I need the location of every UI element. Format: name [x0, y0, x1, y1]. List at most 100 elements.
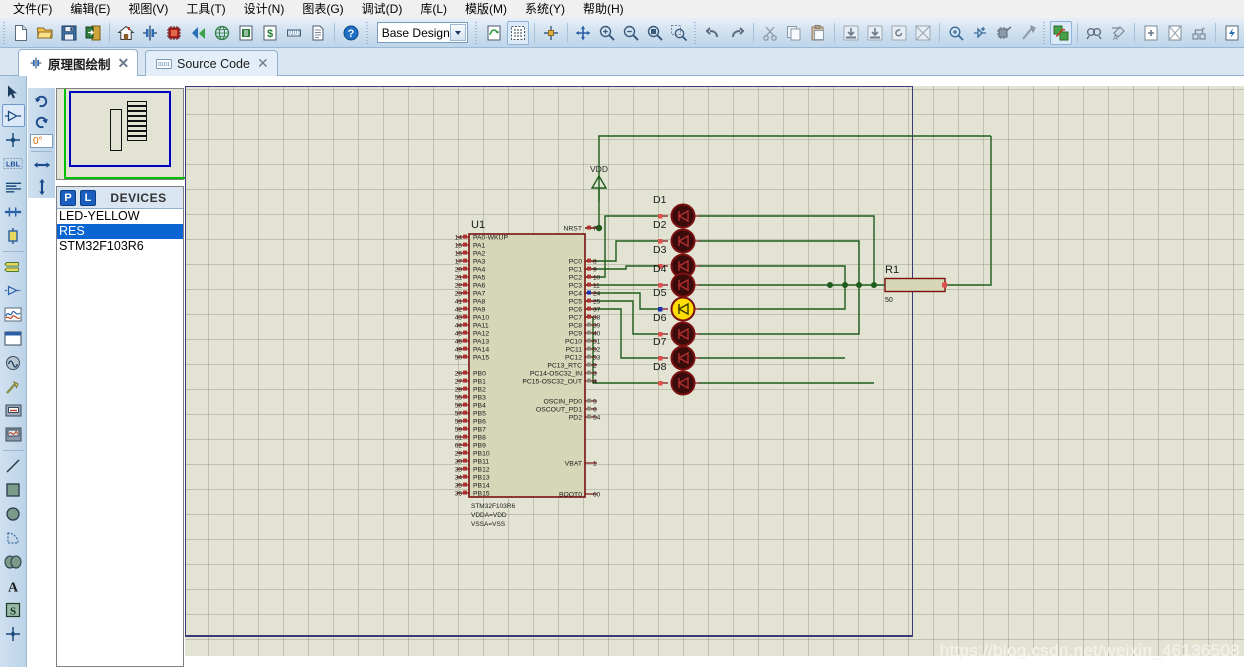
- menu-debug[interactable]: 调试(D): [353, 0, 412, 18]
- simulation-icon[interactable]: [211, 21, 233, 45]
- tape-recorder-mode[interactable]: [2, 327, 25, 350]
- toolbar-grip-3[interactable]: [474, 21, 480, 44]
- help-icon[interactable]: ?: [340, 21, 362, 45]
- led-body[interactable]: [670, 228, 696, 254]
- graph-mode[interactable]: [2, 303, 25, 326]
- box-tool[interactable]: [2, 478, 25, 501]
- toolbar-grip-4[interactable]: [693, 21, 699, 44]
- menu-template[interactable]: 模版(M): [456, 0, 516, 18]
- schematic-canvas[interactable]: VDD U1 14 15 16 17 20 21 22 23 41 42 43 …: [185, 76, 1244, 667]
- led-body[interactable]: [670, 272, 696, 298]
- report-icon[interactable]: [307, 21, 329, 45]
- pcb-layout-icon[interactable]: [163, 21, 185, 45]
- menu-design[interactable]: 设计(N): [235, 0, 294, 18]
- open-file-icon[interactable]: [34, 21, 56, 45]
- list-item[interactable]: LED-YELLOW: [57, 209, 183, 224]
- toolbar-grip[interactable]: [2, 21, 8, 44]
- copy-icon[interactable]: [783, 21, 805, 45]
- led-body[interactable]: [670, 321, 696, 347]
- chevron-down-icon[interactable]: [450, 24, 467, 41]
- block-delete-icon[interactable]: [912, 21, 934, 45]
- home-icon[interactable]: [115, 21, 137, 45]
- virtual-instrument-mode[interactable]: [2, 423, 25, 446]
- origin-icon[interactable]: [540, 21, 562, 45]
- path-tool[interactable]: [2, 550, 25, 573]
- tab-source-code[interactable]: 0101 Source Code ✕: [145, 50, 278, 76]
- netlist-icon[interactable]: 0101: [283, 21, 305, 45]
- pan-icon[interactable]: [572, 21, 594, 45]
- junction-dot-mode[interactable]: [2, 128, 25, 151]
- list-item[interactable]: STM32F103R6: [57, 239, 183, 254]
- exit-sheet-icon[interactable]: [1188, 21, 1210, 45]
- import-export-icon[interactable]: [82, 21, 104, 45]
- led-body[interactable]: [670, 370, 696, 396]
- block-copy-icon[interactable]: [840, 21, 862, 45]
- block-rotate-icon[interactable]: [888, 21, 910, 45]
- subcircuit-mode[interactable]: [2, 224, 25, 247]
- component-mode[interactable]: [1, 104, 25, 127]
- refresh-icon[interactable]: [483, 21, 505, 45]
- overview-preview-panel[interactable]: [56, 88, 185, 180]
- pick-device-icon[interactable]: [945, 21, 967, 45]
- arc-tool[interactable]: [2, 526, 25, 549]
- decompose-icon[interactable]: [1017, 21, 1039, 45]
- terminals-mode[interactable]: [2, 255, 25, 278]
- toggle-grid-icon[interactable]: [506, 20, 529, 45]
- text-script-mode[interactable]: [2, 176, 25, 199]
- design-explorer-icon[interactable]: [1221, 21, 1243, 45]
- cut-icon[interactable]: [759, 21, 781, 45]
- toggle-netlist-icon[interactable]: [1050, 20, 1073, 45]
- undo-icon[interactable]: [702, 21, 724, 45]
- block-move-icon[interactable]: [864, 21, 886, 45]
- zoom-area-icon[interactable]: [668, 21, 690, 45]
- mirror-horizontal-button[interactable]: [30, 155, 53, 176]
- new-file-icon[interactable]: [10, 21, 32, 45]
- paste-icon[interactable]: [807, 21, 829, 45]
- schematic-drawing[interactable]: VDD U1 141516172021222341424344454649502…: [185, 76, 1244, 667]
- property-assign-icon[interactable]: A: [1107, 21, 1129, 45]
- menu-file[interactable]: 文件(F): [4, 0, 61, 18]
- remove-sheet-icon[interactable]: [1164, 21, 1186, 45]
- zoom-in-icon[interactable]: [596, 21, 618, 45]
- generator-mode[interactable]: [2, 351, 25, 374]
- text-tool[interactable]: A: [2, 574, 25, 597]
- menu-edit[interactable]: 编辑(E): [61, 0, 119, 18]
- voltage-probe-mode[interactable]: [2, 375, 25, 398]
- schematic-capture-icon[interactable]: [139, 21, 161, 45]
- led-body[interactable]: [670, 345, 696, 371]
- symbol-tool[interactable]: S: [2, 598, 25, 621]
- tab-source-code-close-icon[interactable]: ✕: [257, 55, 269, 72]
- pick-device-p-button[interactable]: P: [60, 189, 76, 206]
- devices-list[interactable]: LED-YELLOW RES STM32F103R6: [57, 209, 183, 254]
- component-r1[interactable]: R1 50: [884, 264, 947, 304]
- led-group[interactable]: D1 D2 D3 D4 D5 D6 D7 D8: [653, 194, 700, 396]
- toolbar-grip-5[interactable]: [1041, 21, 1048, 44]
- component-u1[interactable]: U1 1415161720212223414243444546495026272…: [455, 219, 601, 528]
- library-l-button[interactable]: L: [80, 189, 96, 206]
- search-tag-icon[interactable]: [1083, 21, 1105, 45]
- bom-report-icon[interactable]: [235, 21, 257, 45]
- rotation-angle-field[interactable]: 0°: [30, 134, 53, 148]
- buses-mode[interactable]: [2, 200, 25, 223]
- line-tool[interactable]: [2, 454, 25, 477]
- marker-tool[interactable]: [2, 622, 25, 645]
- zoom-all-icon[interactable]: [644, 21, 666, 45]
- menu-library[interactable]: 库(L): [411, 0, 456, 18]
- rotate-clockwise-button[interactable]: [30, 90, 53, 111]
- current-probe-mode[interactable]: [2, 399, 25, 422]
- menu-graph[interactable]: 图表(G): [293, 0, 352, 18]
- save-file-icon[interactable]: [58, 21, 80, 45]
- circle-tool[interactable]: [2, 502, 25, 525]
- menu-help[interactable]: 帮助(H): [574, 0, 633, 18]
- zoom-out-icon[interactable]: [620, 21, 642, 45]
- device-pins-mode[interactable]: [2, 279, 25, 302]
- mirror-vertical-button[interactable]: [30, 176, 53, 197]
- redo-icon[interactable]: [726, 21, 748, 45]
- menu-tools[interactable]: 工具(T): [177, 0, 234, 18]
- 3d-view-icon[interactable]: [187, 21, 209, 45]
- tab-schematic[interactable]: 原理图绘制 ✕: [18, 49, 139, 76]
- led-body[interactable]: [670, 296, 696, 322]
- wire-label-mode[interactable]: LBL: [2, 152, 25, 175]
- menu-system[interactable]: 系统(Y): [516, 0, 574, 18]
- make-device-icon[interactable]: [969, 21, 991, 45]
